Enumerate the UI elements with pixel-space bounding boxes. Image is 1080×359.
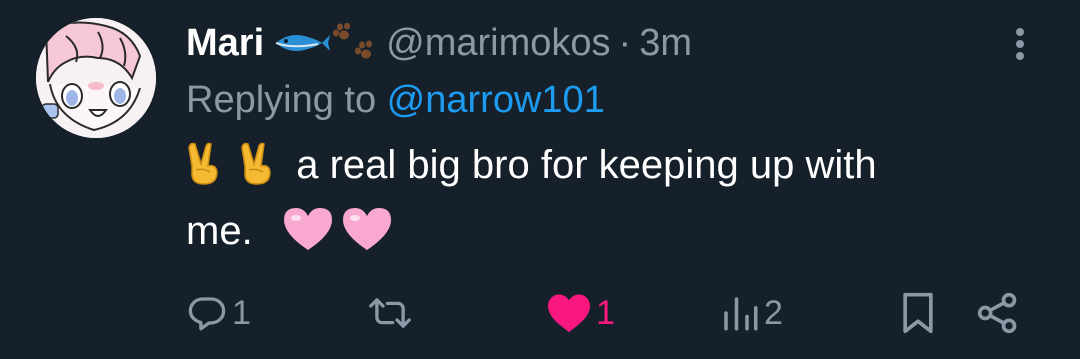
separator-dot: · [618,22,632,64]
pink-heart-icon [282,206,334,268]
replying-to-label: Replying to [186,79,387,121]
reply-button[interactable]: 1 [186,288,251,338]
name-emojis [272,23,376,63]
bookmark-icon [903,292,933,334]
like-button[interactable]: 1 [546,288,615,338]
paw-prints-icon [333,23,373,59]
tweet: Mari @marimokos · 3m Replying to @narrow… [0,0,1080,359]
views-button[interactable]: 2 [720,288,783,338]
heart-filled-icon [548,294,590,333]
retweet-button[interactable] [368,288,416,338]
victory-hand-icon [239,142,277,202]
tweet-content: Mari @marimokos · 3m Replying to @narrow… [186,14,1040,268]
bookmark-button[interactable] [898,288,938,338]
views-bar-chart-icon [724,297,758,331]
pink-heart-icon [341,206,393,268]
like-count: 1 [596,293,615,332]
more-vertical-icon [1016,28,1024,60]
avatar-image [36,18,156,138]
reply-mention-link[interactable]: @narrow101 [387,79,605,121]
reply-count: 1 [232,293,251,332]
more-options-button[interactable] [1000,24,1040,64]
share-button[interactable] [976,288,1020,338]
display-name[interactable]: Mari [186,14,264,72]
tweet-timestamp[interactable]: 3m [639,14,692,72]
fish-icon [275,35,331,51]
tweet-actions: 1 1 2 [186,288,1040,338]
reply-icon [188,297,226,331]
tweet-header: Mari @marimokos · 3m [186,14,1040,72]
tweet-text: a real big bro for keeping up with me. [186,136,986,268]
tweet-text-line1: a real big bro for keeping up with [296,143,877,187]
author-handle[interactable]: @marimokos [386,14,610,72]
share-icon [977,292,1017,334]
replying-to: Replying to @narrow101 [186,74,1040,126]
victory-hand-icon [186,142,224,202]
retweet-icon [369,298,411,328]
tweet-text-line2: me. [186,209,253,253]
views-count: 2 [764,293,783,332]
avatar[interactable] [36,18,156,138]
